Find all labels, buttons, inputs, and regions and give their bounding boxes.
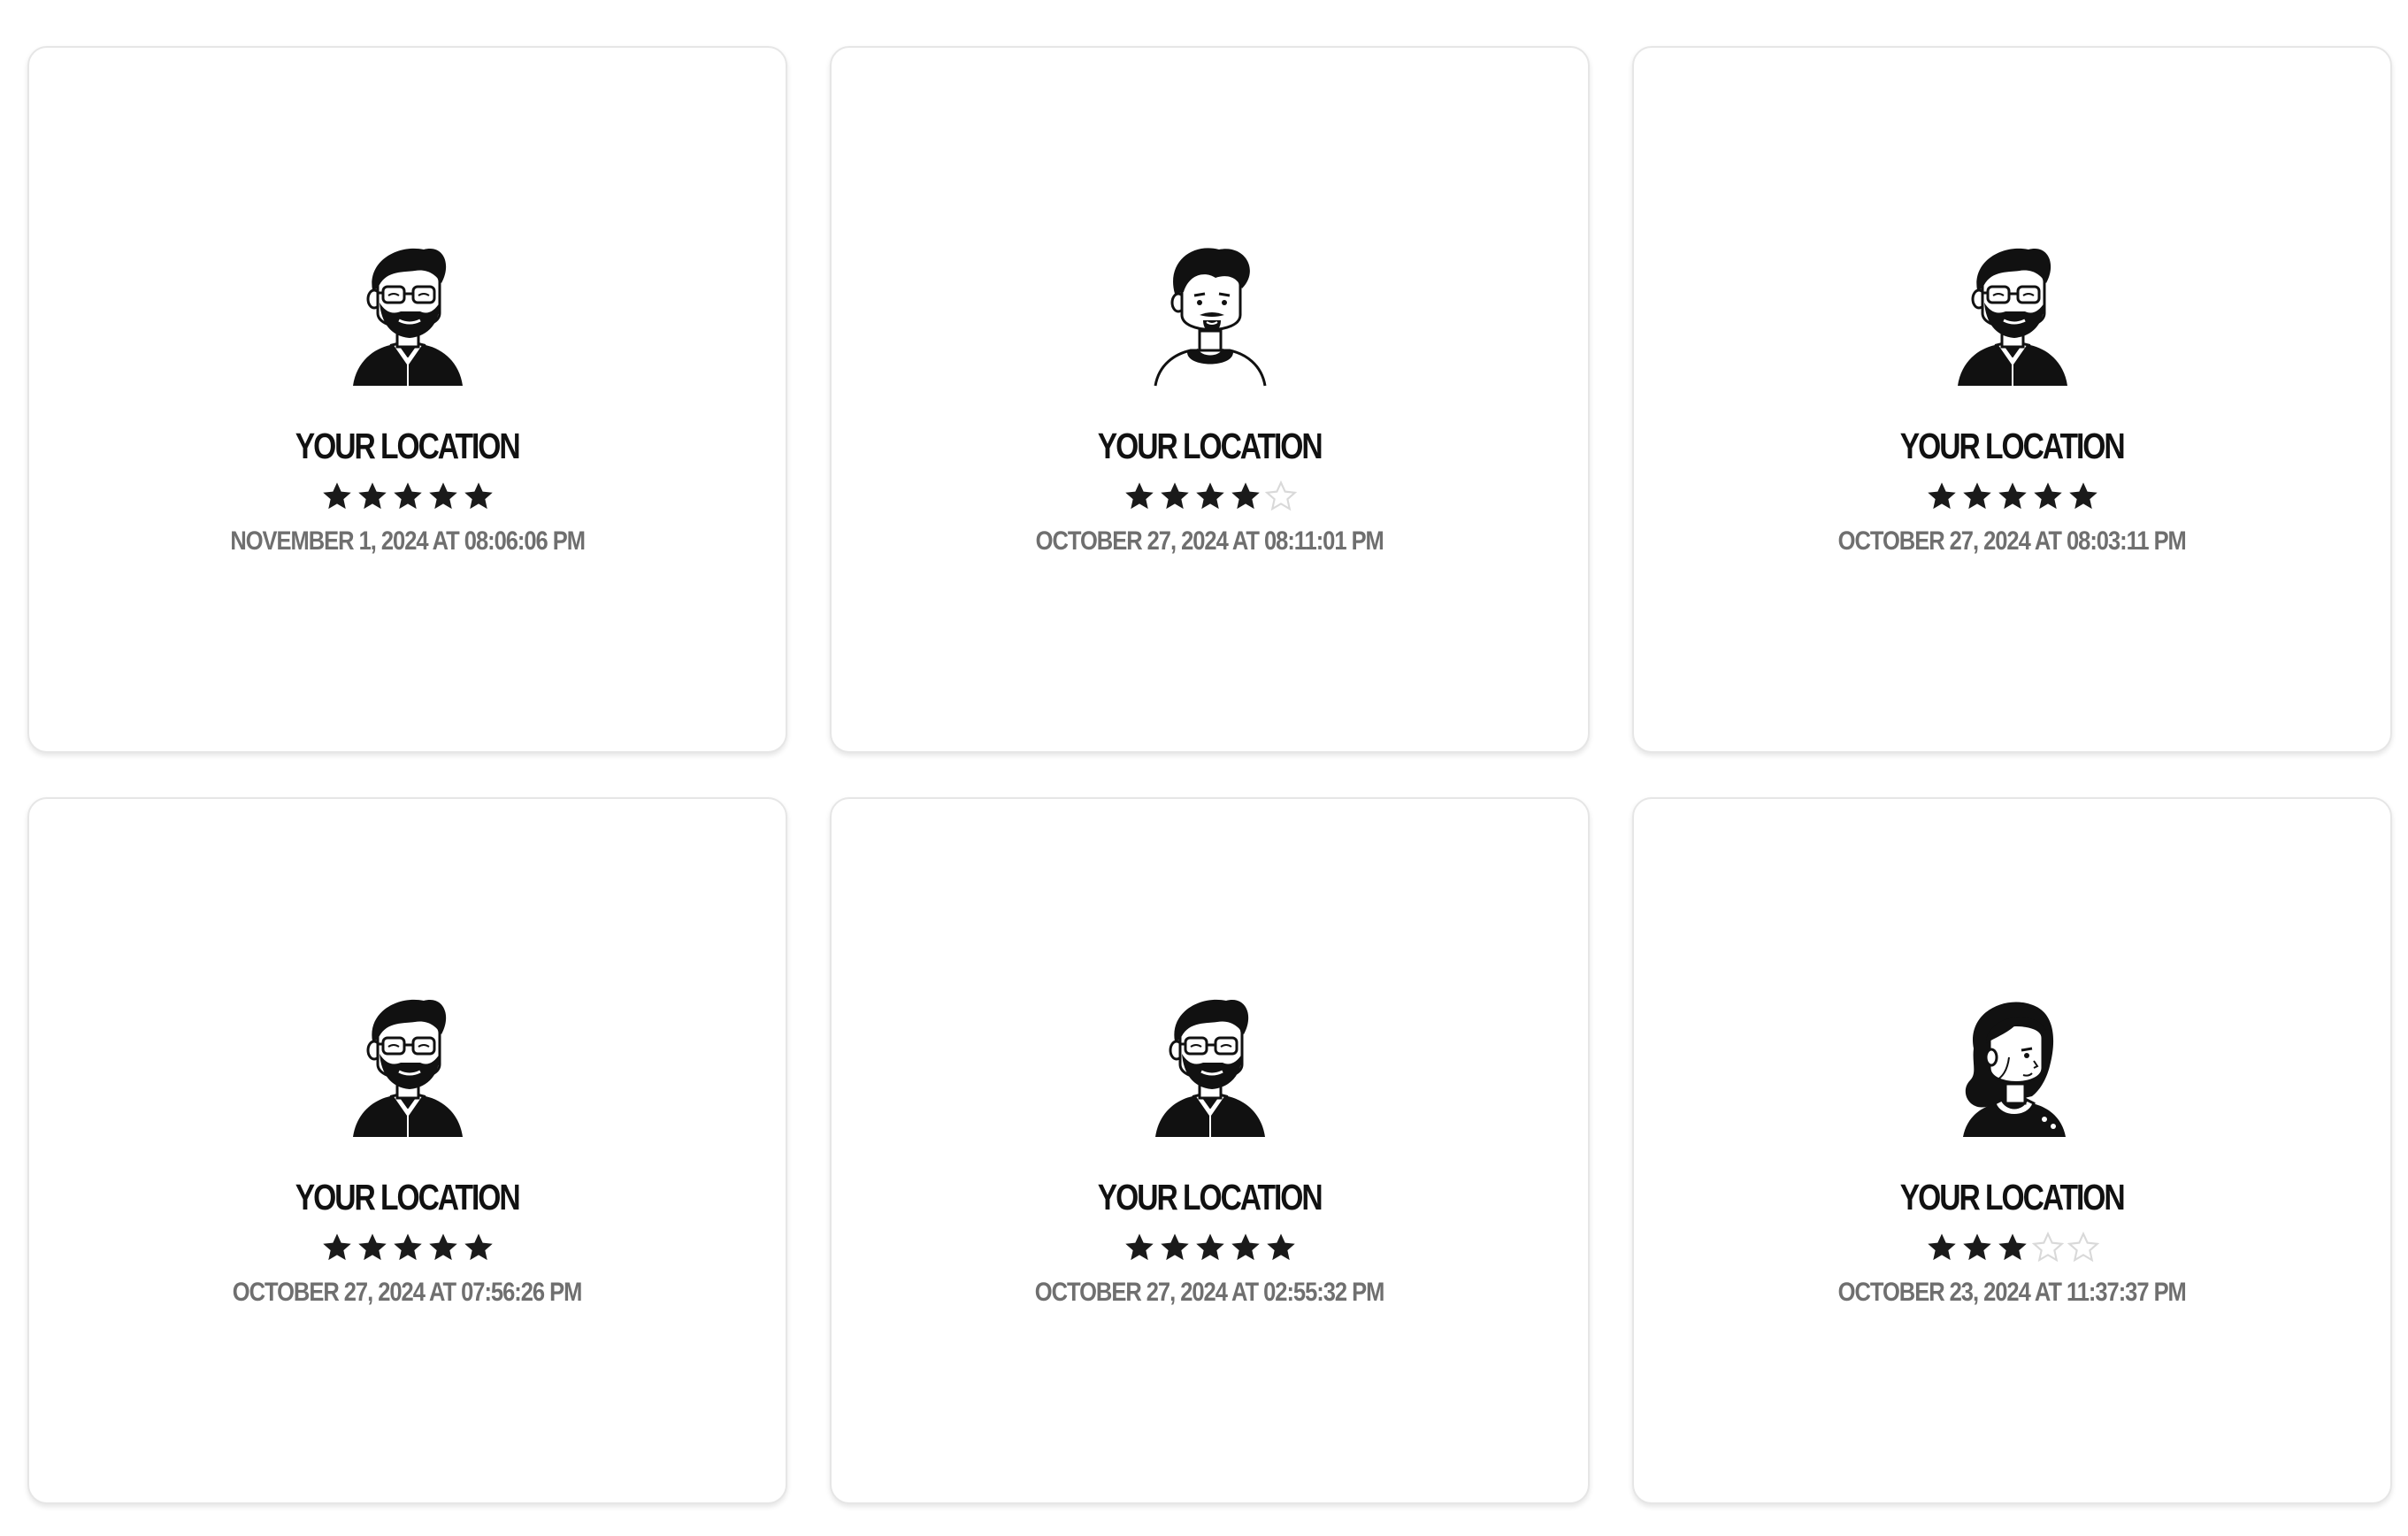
star-filled-icon (1230, 480, 1262, 512)
man-goatee-icon (1148, 244, 1272, 428)
review-date: NOVEMBER 1, 2024 AT 08:06:06 PM (230, 526, 586, 556)
star-filled-icon (1265, 1232, 1297, 1263)
star-filled-icon (357, 1232, 388, 1263)
star-filled-icon (1997, 1232, 2028, 1263)
bearded-man-glasses-icon (1951, 244, 2074, 428)
star-filled-icon (2067, 480, 2099, 512)
star-filled-icon (1159, 480, 1191, 512)
star-empty-icon (1265, 480, 1297, 512)
star-rating (321, 480, 495, 512)
review-location: YOUR LOCATION (1098, 1177, 1323, 1217)
star-filled-icon (357, 480, 388, 512)
star-rating (1926, 480, 2099, 512)
review-location: YOUR LOCATION (1900, 426, 2126, 466)
reviews-grid: YOUR LOCATION NOVEMBER 1, 2024 AT 08:06:… (27, 46, 2392, 1504)
review-card: YOUR LOCATION NOVEMBER 1, 2024 AT 08:06:… (27, 46, 787, 753)
review-card: YOUR LOCATION OCTOBER 27, 2024 AT 07:56:… (27, 797, 787, 1504)
bearded-man-glasses-icon (346, 244, 470, 428)
review-card: YOUR LOCATION OCTOBER 27, 2024 AT 02:55:… (830, 797, 1590, 1504)
star-filled-icon (392, 480, 424, 512)
star-filled-icon (1997, 480, 2028, 512)
star-filled-icon (427, 480, 459, 512)
review-date: OCTOBER 27, 2024 AT 08:11:01 PM (1035, 526, 1384, 556)
star-filled-icon (1194, 480, 1226, 512)
star-empty-icon (2067, 1232, 2099, 1263)
review-date: OCTOBER 27, 2024 AT 07:56:26 PM (233, 1278, 583, 1307)
review-date: OCTOBER 27, 2024 AT 02:55:32 PM (1035, 1278, 1385, 1307)
star-filled-icon (427, 1232, 459, 1263)
star-rating (1123, 480, 1297, 512)
star-filled-icon (392, 1232, 424, 1263)
star-filled-icon (2032, 480, 2064, 512)
star-filled-icon (321, 1232, 353, 1263)
star-filled-icon (1123, 1232, 1155, 1263)
star-rating (1123, 1232, 1297, 1263)
star-filled-icon (1159, 1232, 1191, 1263)
star-filled-icon (1961, 480, 1993, 512)
review-card: YOUR LOCATION OCTOBER 23, 2024 AT 11:37:… (1632, 797, 2392, 1504)
review-location: YOUR LOCATION (295, 1177, 521, 1217)
star-filled-icon (1926, 1232, 1958, 1263)
star-filled-icon (1961, 1232, 1993, 1263)
star-filled-icon (1194, 1232, 1226, 1263)
review-location: YOUR LOCATION (1098, 426, 1323, 466)
review-date: OCTOBER 27, 2024 AT 08:03:11 PM (1837, 526, 2187, 556)
review-card: YOUR LOCATION OCTOBER 27, 2024 AT 08:11:… (830, 46, 1590, 753)
review-card: YOUR LOCATION OCTOBER 27, 2024 AT 08:03:… (1632, 46, 2392, 753)
star-filled-icon (1926, 480, 1958, 512)
bearded-man-glasses-icon (1148, 995, 1272, 1179)
star-filled-icon (1230, 1232, 1262, 1263)
star-rating (321, 1232, 495, 1263)
bearded-man-glasses-icon (346, 995, 470, 1179)
star-rating (1926, 1232, 2099, 1263)
star-filled-icon (1123, 480, 1155, 512)
star-filled-icon (463, 1232, 495, 1263)
star-empty-icon (2032, 1232, 2064, 1263)
woman-long-hair-icon (1951, 995, 2074, 1179)
star-filled-icon (463, 480, 495, 512)
star-filled-icon (321, 480, 353, 512)
review-location: YOUR LOCATION (1900, 1177, 2126, 1217)
review-location: YOUR LOCATION (295, 426, 521, 466)
review-date: OCTOBER 23, 2024 AT 11:37:37 PM (1837, 1278, 2187, 1307)
